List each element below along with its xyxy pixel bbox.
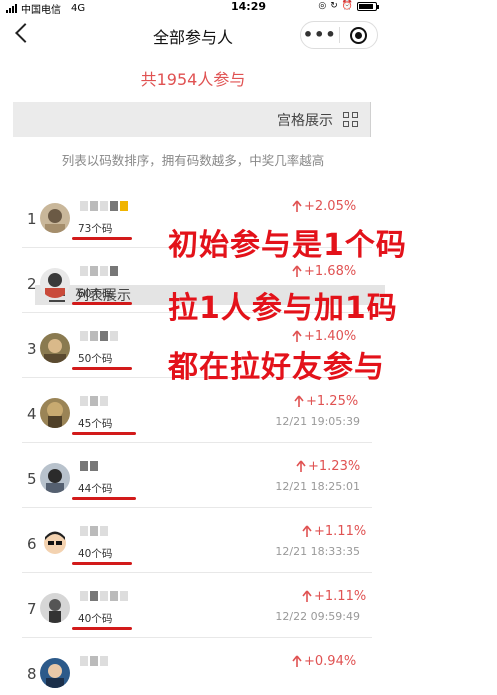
blurred-name [80, 591, 128, 601]
avatar [40, 593, 70, 623]
status-bar: 中国电信 4G 14:29 ◎ ↻ ⏰ [0, 0, 497, 16]
arrow-up-icon [292, 655, 302, 667]
close-button[interactable] [339, 26, 377, 44]
list-item[interactable]: 7 40个码 +1.11% 12/22 09:59:49 [22, 573, 372, 638]
change-percent: +1.11% [314, 524, 367, 539]
alarm-icon: ⏰ [341, 1, 353, 11]
list-item[interactable]: 4 45个码 +1.25% 12/21 19:05:39 [22, 378, 372, 443]
arrow-up-icon [302, 525, 312, 537]
red-underline [72, 367, 132, 370]
avatar [40, 463, 70, 493]
blurred-name [80, 266, 118, 276]
rank-number: 2 [27, 275, 37, 293]
join-time: 12/21 19:05:39 [275, 415, 360, 428]
location-icon: ◎ [318, 1, 327, 11]
red-underline [72, 627, 132, 630]
red-underline [72, 562, 132, 565]
avatar [40, 398, 70, 428]
tab-grid-view[interactable]: 宫格展示 [13, 102, 370, 137]
red-underline [72, 302, 132, 305]
code-count: 40个码 [78, 548, 113, 560]
grid-icon [343, 112, 358, 127]
change-percent: +1.68% [304, 264, 357, 279]
blurred-name [80, 461, 98, 471]
avatar [40, 268, 70, 298]
code-count: 50个码 [78, 353, 113, 365]
red-underline [72, 237, 132, 240]
tab-divider [370, 102, 371, 137]
status-time: 14:29 [230, 0, 266, 13]
join-time: 12/21 18:25:01 [275, 480, 360, 493]
avatar [40, 333, 70, 363]
join-time: 12/21 18:33:35 [275, 545, 360, 558]
change-percent: +1.25% [306, 394, 359, 409]
rank-number: 1 [27, 210, 37, 228]
battery-icon [357, 1, 379, 11]
rank-number: 6 [27, 535, 37, 553]
list-item[interactable]: 5 44个码 +1.23% 12/21 18:25:01 [22, 443, 372, 508]
change-percent: +0.94% [304, 654, 357, 669]
orientation-lock-icon: ↻ [330, 1, 338, 11]
change-percent: +2.05% [304, 199, 357, 214]
mini-program-capsule: ••• [300, 21, 378, 49]
change-percent: +1.23% [308, 459, 361, 474]
avatar [40, 658, 70, 688]
annotation-inviting-friends: 都在拉好友参与 [168, 350, 385, 385]
blurred-name [80, 656, 108, 666]
red-underline [72, 497, 136, 500]
red-underline [72, 432, 136, 435]
more-dots-icon[interactable]: ••• [301, 25, 339, 45]
sort-note: 列表以码数排序，拥有码数越多，中奖几率越高 [61, 153, 325, 168]
code-count: 40个码 [78, 613, 113, 625]
code-count: 60个码 [78, 288, 113, 300]
blurred-name [80, 331, 118, 341]
list-item[interactable]: 8 +0.94% [22, 638, 372, 695]
rank-number: 3 [27, 340, 37, 358]
arrow-up-icon [302, 590, 312, 602]
tab-grid-label: 宫格展示 [277, 112, 333, 129]
arrow-up-icon [296, 460, 306, 472]
annotation-invite-bonus: 拉1人参与加1码 [168, 291, 398, 326]
rank-number: 8 [27, 665, 37, 683]
code-count: 44个码 [78, 483, 113, 495]
participants-count: 共1954人参与 [140, 70, 246, 89]
battery-level [359, 3, 374, 9]
status-right: ◎ ↻ ⏰ [318, 1, 379, 11]
rank-number: 7 [27, 600, 37, 618]
avatar [40, 528, 70, 558]
close-target-icon[interactable] [349, 26, 367, 44]
annotation-initial-code: 初始参与是1个码 [168, 228, 407, 263]
nav-bar: 全部参与人 ••• [0, 14, 386, 56]
code-count: 45个码 [78, 418, 113, 430]
blurred-name [80, 201, 128, 211]
change-percent: +1.11% [314, 589, 367, 604]
arrow-up-icon [292, 265, 302, 277]
code-count: 73个码 [78, 223, 113, 235]
join-time: 12/22 09:59:49 [275, 610, 360, 623]
arrow-up-icon [294, 395, 304, 407]
blurred-name [80, 526, 108, 536]
rank-number: 5 [27, 470, 37, 488]
list-item[interactable]: 6 40个码 +1.11% 12/21 18:33:35 [22, 508, 372, 573]
blurred-name [80, 396, 108, 406]
rank-number: 4 [27, 405, 37, 423]
arrow-up-icon [292, 200, 302, 212]
avatar [40, 203, 70, 233]
view-switch: 宫格展示 列表展示 [13, 102, 385, 305]
